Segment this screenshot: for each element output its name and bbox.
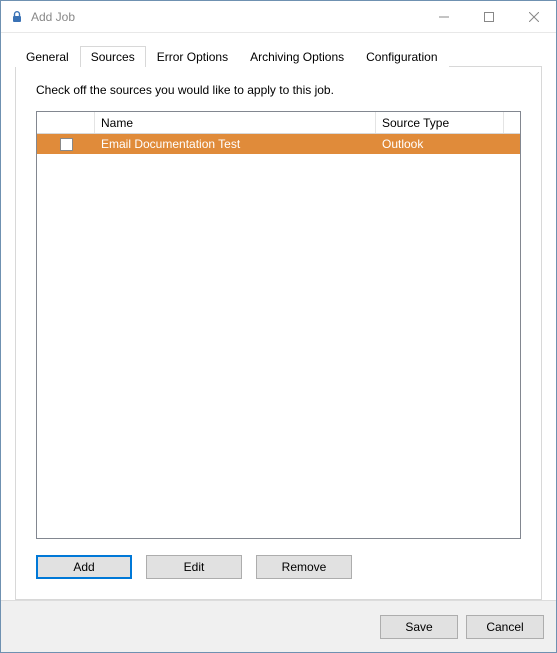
instructions-text: Check off the sources you would like to … (36, 83, 521, 97)
window: Add Job General Sources Error Options Ar… (0, 0, 557, 653)
content-area: General Sources Error Options Archiving … (1, 33, 556, 600)
row-type: Outlook (376, 137, 520, 151)
row-checkbox-cell (37, 138, 95, 151)
minimize-button[interactable] (421, 2, 466, 32)
table-row[interactable]: Email Documentation Test Outlook (37, 134, 520, 154)
tab-sources[interactable]: Sources (80, 46, 146, 67)
column-header-name[interactable]: Name (95, 112, 376, 133)
edit-button[interactable]: Edit (146, 555, 242, 579)
tab-configuration[interactable]: Configuration (355, 46, 448, 67)
maximize-button[interactable] (466, 2, 511, 32)
column-header-pad (504, 112, 520, 133)
close-button[interactable] (511, 2, 556, 32)
column-header-checkbox[interactable] (37, 112, 95, 133)
window-title: Add Job (31, 10, 75, 24)
titlebar: Add Job (1, 1, 556, 33)
row-checkbox[interactable] (60, 138, 73, 151)
grid-body: Email Documentation Test Outlook (37, 134, 520, 538)
grid-header: Name Source Type (37, 112, 520, 134)
tab-general[interactable]: General (15, 46, 80, 67)
save-button[interactable]: Save (380, 615, 458, 639)
cancel-button[interactable]: Cancel (466, 615, 544, 639)
remove-button[interactable]: Remove (256, 555, 352, 579)
dialog-footer: Save Cancel (1, 600, 556, 652)
add-button[interactable]: Add (36, 555, 132, 579)
row-name: Email Documentation Test (95, 137, 376, 151)
tab-archiving-options[interactable]: Archiving Options (239, 46, 355, 67)
tab-panel-sources: Check off the sources you would like to … (15, 66, 542, 600)
grid-action-row: Add Edit Remove (36, 555, 521, 579)
lock-icon (9, 9, 25, 25)
sources-grid: Name Source Type Email Documentation Tes… (36, 111, 521, 539)
tab-error-options[interactable]: Error Options (146, 46, 239, 67)
column-header-type[interactable]: Source Type (376, 112, 504, 133)
tab-bar: General Sources Error Options Archiving … (15, 43, 542, 66)
